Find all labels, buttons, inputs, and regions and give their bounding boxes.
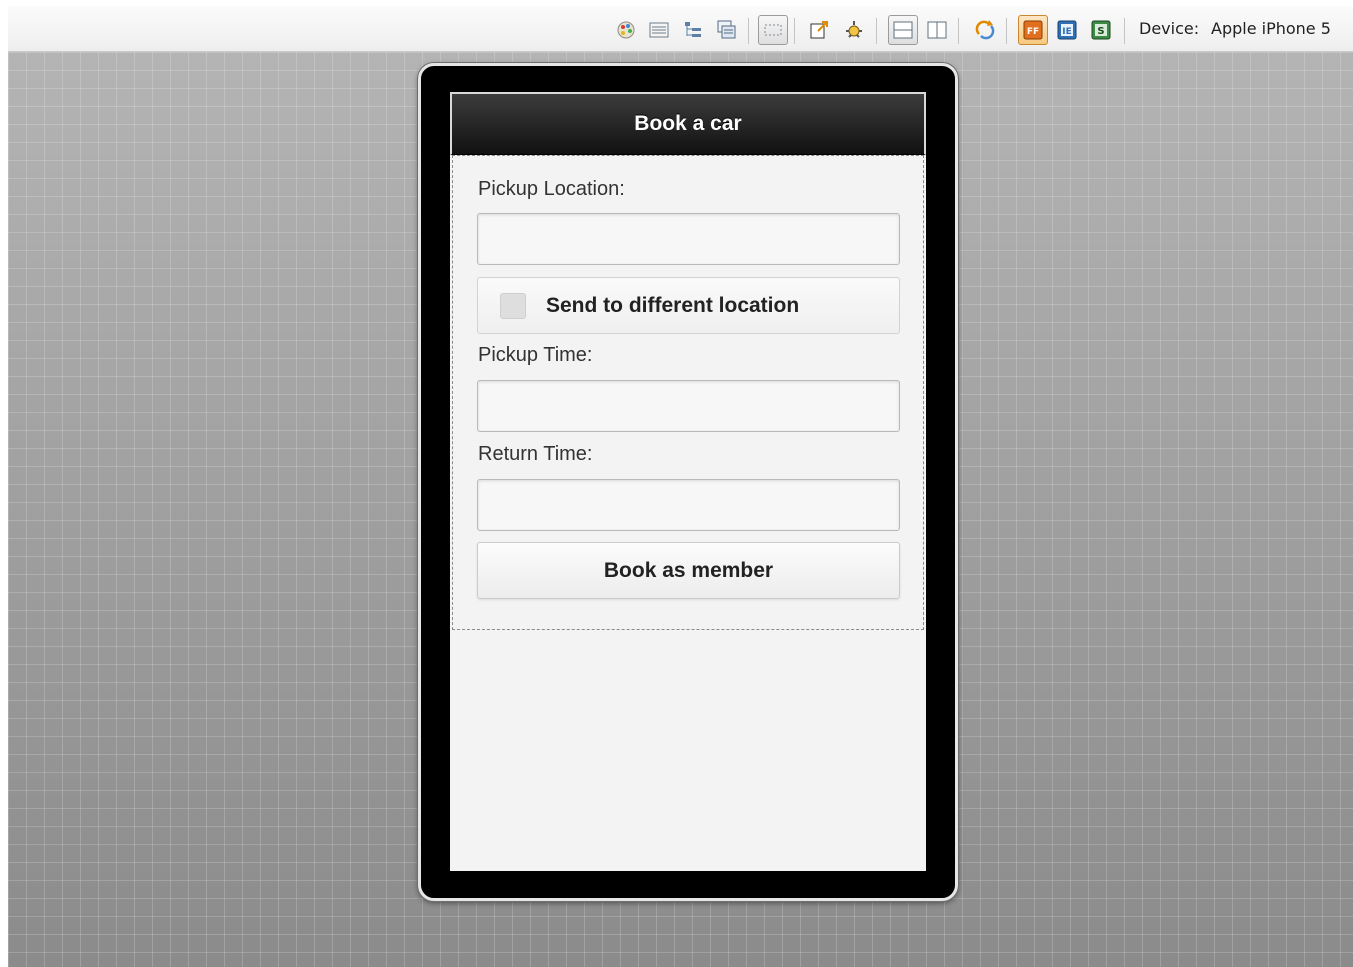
return-time-label: Return Time: xyxy=(478,443,593,465)
pickup-time-label: Pickup Time: xyxy=(478,344,593,366)
tree-icon[interactable] xyxy=(678,15,708,45)
svg-text:S: S xyxy=(1097,26,1104,37)
checkbox-icon[interactable] xyxy=(500,293,526,319)
toolbar-separator xyxy=(1006,18,1007,44)
toolbar-separator xyxy=(876,18,877,44)
debug-icon[interactable] xyxy=(839,15,869,45)
pickup-location-input[interactable] xyxy=(477,213,900,265)
firefox-render-icon[interactable]: FF xyxy=(1018,15,1048,45)
split-vertical-icon[interactable] xyxy=(922,15,952,45)
book-as-member-button[interactable]: Book as member xyxy=(477,542,900,599)
page-title: Book a car xyxy=(634,112,742,135)
split-horizontal-icon[interactable] xyxy=(888,15,918,45)
toolbar-separator xyxy=(748,18,749,44)
device-label: Device: xyxy=(1139,19,1200,38)
refresh-icon[interactable] xyxy=(970,15,1000,45)
send-different-location-checkbox[interactable]: Send to different location xyxy=(477,277,900,334)
layers-icon[interactable] xyxy=(712,15,742,45)
ie-render-icon[interactable]: IE xyxy=(1052,15,1082,45)
list-icon[interactable] xyxy=(644,15,674,45)
selection-icon[interactable] xyxy=(758,15,788,45)
svg-text:IE: IE xyxy=(1062,27,1072,37)
form-container: Pickup Location: Send to different locat… xyxy=(452,155,924,630)
device-select[interactable]: Apple iPhone 5 xyxy=(1211,19,1331,38)
svg-text:FF: FF xyxy=(1027,27,1039,37)
designer-toolbar: FF IE S Device: Apple iPhone 5 xyxy=(8,6,1353,52)
safari-render-icon[interactable]: S xyxy=(1086,15,1116,45)
device-screen: Book a car Pickup Location: Send to diff… xyxy=(450,92,926,871)
return-time-input[interactable] xyxy=(477,479,900,531)
pickup-time-input[interactable] xyxy=(477,380,900,432)
toolbar-separator xyxy=(1124,18,1125,44)
send-different-location-label: Send to different location xyxy=(546,294,800,317)
app-header: Book a car xyxy=(450,92,926,155)
export-icon[interactable] xyxy=(805,15,835,45)
toolbar-separator xyxy=(958,18,959,44)
toolbar-separator xyxy=(794,18,795,44)
pickup-location-label: Pickup Location: xyxy=(478,178,625,200)
palette-icon[interactable] xyxy=(611,15,641,45)
